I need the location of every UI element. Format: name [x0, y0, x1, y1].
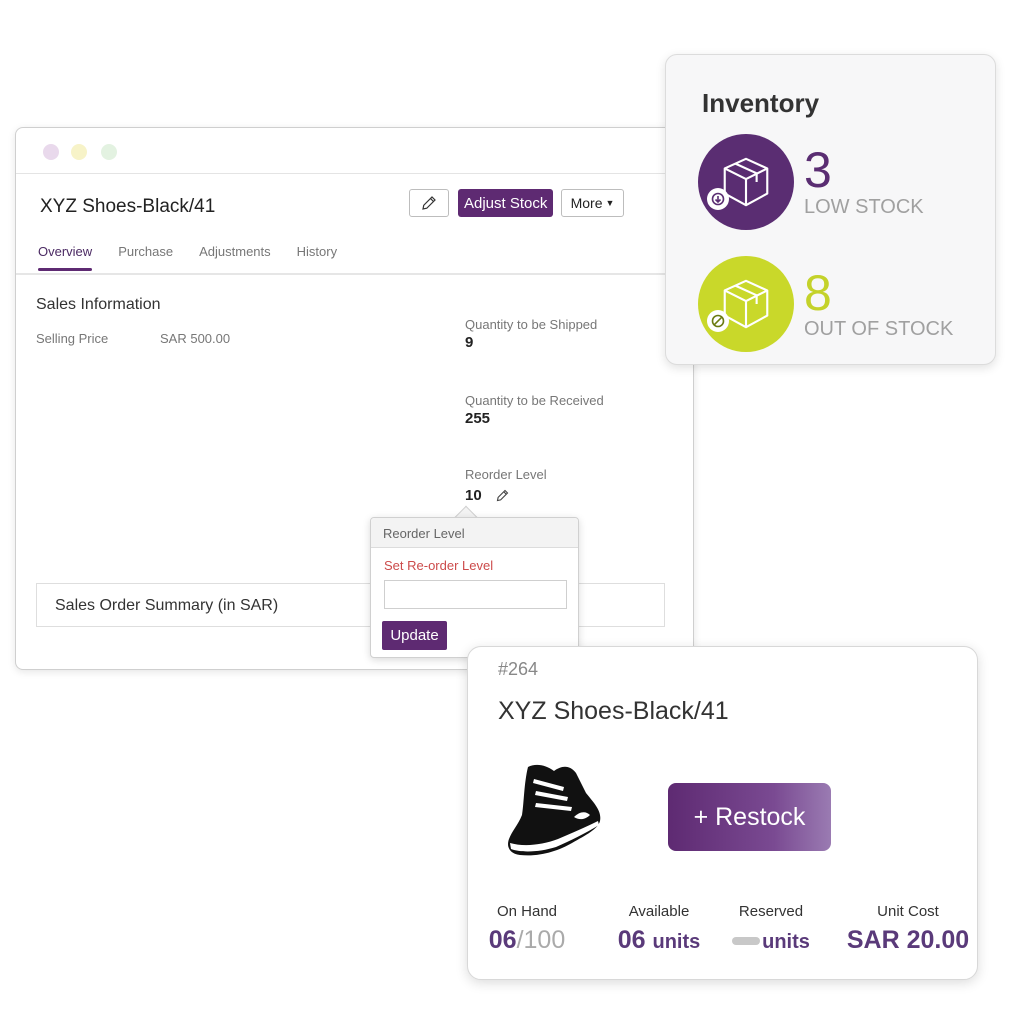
low-stock-label: LOW STOCK: [804, 196, 924, 218]
reserved-quantity: units: [726, 926, 816, 955]
reorder-level-label: Reorder Level: [465, 467, 547, 482]
window-maximize-dot[interactable]: [101, 144, 117, 160]
on-hand-quantity: 06/100: [481, 926, 573, 955]
reserved-placeholder-bar: [732, 937, 761, 946]
reserved-column: Reserved units: [726, 903, 816, 955]
more-label: More: [570, 195, 603, 211]
on-hand-column: On Hand 06/100: [481, 903, 573, 955]
item-detail-window: XYZ Shoes-Black/41 Adjust Stock More ▼ O…: [15, 127, 694, 670]
tab-overview[interactable]: Overview: [38, 244, 93, 271]
window-close-dot[interactable]: [43, 144, 59, 160]
out-of-stock-count: 8: [804, 265, 832, 321]
sales-order-summary-title: Sales Order Summary (in SAR): [55, 597, 279, 614]
page-title: XYZ Shoes-Black/41: [40, 196, 216, 217]
more-dropdown-button[interactable]: More ▼: [561, 189, 624, 217]
out-of-stock-circle: [698, 256, 794, 352]
reorder-level-value: 10: [465, 487, 482, 504]
sneaker-icon: [508, 764, 601, 856]
on-hand-label: On Hand: [496, 903, 558, 920]
update-button[interactable]: Update: [382, 621, 447, 650]
tab-purchase[interactable]: Purchase: [118, 244, 173, 271]
inventory-card: Inventory 3 LOW STOCK 8 OUT OF STOCK: [665, 54, 996, 365]
popup-title: Reorder Level: [371, 518, 578, 548]
window-titlebar: [16, 128, 693, 174]
adjust-stock-button[interactable]: Adjust Stock: [458, 189, 554, 217]
reorder-field-label: Set Re-order Level: [384, 558, 494, 573]
available-column: Available 06 units: [614, 903, 704, 955]
selling-price-label: Selling Price: [36, 331, 109, 346]
tabs-divider: [16, 273, 693, 275]
sales-information-heading: Sales Information: [36, 296, 161, 313]
edit-button[interactable]: [409, 189, 449, 217]
tab-adjustments[interactable]: Adjustments: [199, 244, 271, 271]
to-ship-value: 9: [465, 334, 474, 351]
reserved-label: Reserved: [738, 903, 804, 920]
available-quantity: 06 units: [614, 926, 704, 955]
low-stock-count: 3: [804, 142, 832, 198]
reorder-level-input[interactable]: [384, 580, 567, 609]
to-receive-label: Quantity to be Received: [465, 393, 604, 408]
reserved-unit: units: [762, 931, 810, 953]
unit-cost-label: Unit Cost: [877, 903, 939, 920]
product-card-title: XYZ Shoes-Black/41: [498, 697, 729, 725]
blocked-badge-icon: [707, 310, 729, 332]
product-id: #264: [498, 659, 539, 679]
inventory-title: Inventory: [702, 88, 820, 118]
available-value: 06: [617, 926, 646, 954]
unit-cost-column: Unit Cost SAR 20.00: [843, 903, 973, 955]
tab-history[interactable]: History: [297, 244, 337, 271]
unit-cost-value: SAR 20.00: [846, 926, 970, 954]
product-stock-card: #264 XYZ Shoes-Black/41 + Restock On Han…: [467, 646, 978, 980]
arrow-down-badge-icon: [707, 188, 729, 210]
on-hand-value: 06: [488, 926, 517, 954]
available-unit: units: [652, 931, 701, 953]
to-ship-label: Quantity to be Shipped: [465, 317, 598, 332]
pencil-icon: [422, 196, 436, 210]
low-stock-circle: [698, 134, 794, 230]
caret-down-icon: ▼: [605, 198, 615, 208]
edit-reorder-pencil-icon[interactable]: [495, 488, 510, 503]
tab-bar: Overview Purchase Adjustments History: [38, 244, 363, 271]
reorder-level-popup: Reorder Level Set Re-order Level Update: [370, 517, 579, 658]
window-minimize-dot[interactable]: [71, 144, 87, 160]
restock-button[interactable]: + Restock: [668, 783, 831, 851]
out-of-stock-label: OUT OF STOCK: [804, 318, 954, 340]
on-hand-total: /100: [516, 926, 566, 954]
available-label: Available: [628, 903, 690, 920]
selling-price-value: SAR 500.00: [160, 331, 231, 346]
to-receive-value: 255: [465, 410, 491, 427]
